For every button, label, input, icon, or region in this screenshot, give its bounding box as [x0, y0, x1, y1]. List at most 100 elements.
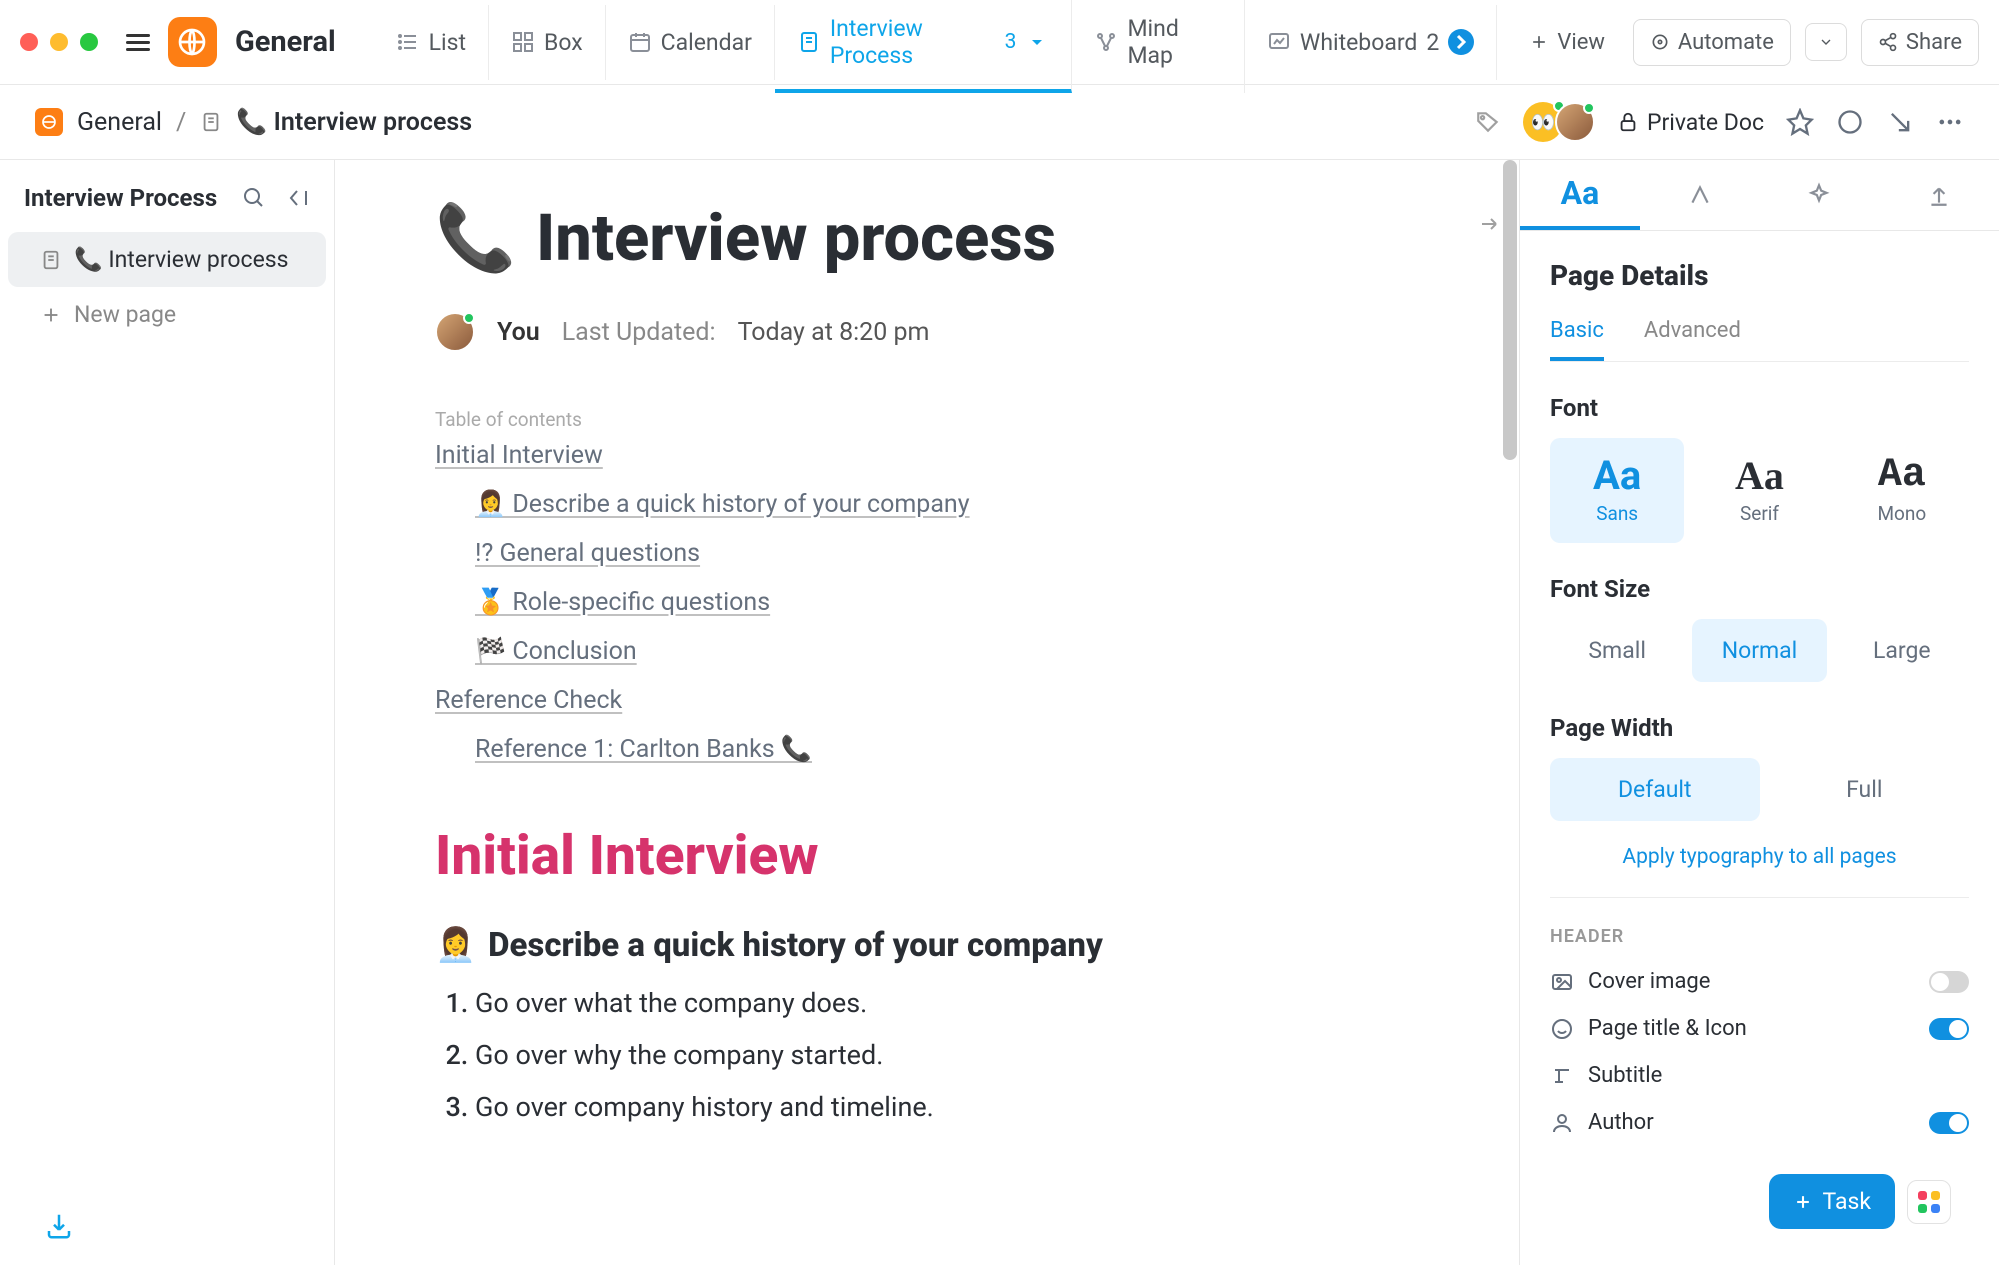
main-toolbar: General List Box Calendar Interview Proc…	[0, 0, 1999, 85]
panel-tab-typography[interactable]: Aa	[1520, 160, 1640, 230]
panel-tab-ai[interactable]	[1760, 160, 1880, 230]
font-option-sans[interactable]: Aa Sans	[1550, 438, 1684, 543]
size-option-large[interactable]: Large	[1835, 619, 1969, 682]
font-sample: Aa	[1692, 456, 1826, 496]
setting-label: Cover image	[1588, 969, 1710, 994]
toc-link[interactable]: !? General questions	[475, 539, 1439, 568]
workspace-name[interactable]: General	[235, 25, 336, 59]
heading-text: Describe a quick history of your company	[488, 926, 1103, 965]
view-tab-label: Calendar	[661, 29, 752, 56]
setting-subtitle: Subtitle	[1550, 1063, 1969, 1088]
cover-image-toggle[interactable]	[1929, 971, 1969, 993]
pagewidth-label: Page Width	[1550, 714, 1969, 742]
header-section-label: HEADER	[1550, 926, 1969, 947]
tag-icon[interactable]	[1475, 109, 1501, 135]
privacy-button[interactable]: Private Doc	[1617, 109, 1764, 136]
size-option-small[interactable]: Small	[1550, 619, 1684, 682]
plus-icon	[1529, 32, 1549, 52]
updated-label: Last Updated:	[562, 318, 716, 347]
subtab-advanced[interactable]: Advanced	[1644, 318, 1741, 361]
window-maximize-icon[interactable]	[80, 33, 98, 51]
font-option-mono[interactable]: Aa Mono	[1835, 438, 1969, 543]
automate-button[interactable]: Automate	[1633, 19, 1791, 66]
title-icon-toggle[interactable]	[1929, 1018, 1969, 1040]
sparkle-icon	[1806, 182, 1832, 208]
heading-company-history[interactable]: 👩‍💼 Describe a quick history of your com…	[435, 926, 1439, 965]
collaborator-avatars[interactable]: 👀	[1523, 102, 1595, 142]
plus-icon	[40, 304, 62, 326]
font-name: Serif	[1692, 502, 1826, 525]
setting-label: Author	[1588, 1110, 1654, 1135]
download-icon[interactable]	[1886, 108, 1914, 136]
size-option-normal[interactable]: Normal	[1692, 619, 1826, 682]
toc-link[interactable]: 👩‍💼 Describe a quick history of your com…	[475, 490, 1439, 519]
view-tab-interview-process[interactable]: Interview Process 3	[775, 0, 1073, 93]
view-tab-label: Interview Process	[830, 15, 996, 69]
view-tab-label: Whiteboard	[1300, 29, 1417, 56]
space-icon[interactable]	[35, 108, 63, 136]
add-view-button[interactable]: View	[1515, 22, 1619, 63]
view-tab-box[interactable]: Box	[489, 5, 606, 80]
breadcrumb-doc[interactable]: 📞 Interview process	[236, 108, 472, 137]
toc-link[interactable]: 🏅 Role-specific questions	[475, 588, 1439, 617]
apps-button[interactable]	[1907, 1180, 1951, 1224]
view-tab-label: List	[429, 29, 466, 56]
automate-dropdown[interactable]	[1805, 23, 1847, 61]
view-tab-list[interactable]: List	[374, 5, 489, 80]
ordered-list[interactable]: Go over what the company does. Go over w…	[435, 977, 1439, 1133]
apply-typography-button[interactable]: Apply typography to all pages	[1550, 845, 1969, 869]
font-option-serif[interactable]: Aa Serif	[1692, 438, 1826, 543]
collapse-icon[interactable]	[286, 186, 310, 210]
smile-icon	[1550, 1017, 1574, 1041]
new-task-button[interactable]: Task	[1769, 1174, 1896, 1229]
automate-icon	[1650, 32, 1670, 52]
window-close-icon[interactable]	[20, 33, 38, 51]
font-name: Sans	[1550, 502, 1684, 525]
toc-link[interactable]: Reference 1: Carlton Banks 📞	[475, 735, 1439, 764]
breadcrumb-space[interactable]: General	[77, 108, 162, 137]
panel-tab-export[interactable]	[1879, 160, 1999, 230]
view-tab-calendar[interactable]: Calendar	[606, 5, 775, 80]
share-button[interactable]: Share	[1861, 19, 1979, 66]
workspace-icon[interactable]	[168, 17, 217, 67]
toc-link[interactable]: Reference Check	[435, 686, 1439, 715]
lock-icon	[1617, 111, 1639, 133]
import-icon[interactable]	[44, 1211, 74, 1241]
font-sample: Aa	[1550, 456, 1684, 496]
panel-subtabs: Basic Advanced	[1550, 318, 1969, 362]
toc-link[interactable]: 🏁 Conclusion	[475, 637, 1439, 666]
menu-icon[interactable]	[126, 34, 150, 51]
list-item[interactable]: Go over why the company started.	[475, 1029, 1439, 1081]
more-icon[interactable]	[1936, 108, 1964, 136]
toc-link[interactable]: Initial Interview	[435, 441, 1439, 470]
window-minimize-icon[interactable]	[50, 33, 68, 51]
subtab-basic[interactable]: Basic	[1550, 318, 1604, 361]
list-item[interactable]: Go over company history and timeline.	[475, 1081, 1439, 1133]
floating-actions: Task	[1769, 1174, 1952, 1229]
chevron-down-icon	[1025, 30, 1049, 54]
comment-icon[interactable]	[1836, 108, 1864, 136]
view-tab-mind-map[interactable]: Mind Map	[1072, 0, 1244, 93]
width-option-default[interactable]: Default	[1550, 758, 1760, 821]
document-body[interactable]: 📞 Interview process You Last Updated: To…	[335, 160, 1519, 1173]
star-icon[interactable]	[1786, 108, 1814, 136]
search-icon[interactable]	[242, 186, 266, 210]
typography-icon: Aa	[1561, 174, 1600, 212]
task-button-label: Task	[1823, 1188, 1872, 1215]
upload-icon	[1926, 182, 1952, 208]
sidebar-new-page[interactable]: New page	[0, 287, 334, 342]
panel-tabs: Aa	[1520, 160, 1999, 231]
sidebar-page-interview[interactable]: 📞 Interview process	[8, 232, 326, 287]
sidebar-title: Interview Process	[24, 184, 217, 212]
list-item[interactable]: Go over what the company does.	[475, 977, 1439, 1029]
author-toggle[interactable]	[1929, 1112, 1969, 1134]
more-arrow-icon[interactable]	[1448, 29, 1474, 55]
window-controls	[20, 33, 98, 51]
view-tab-whiteboard[interactable]: Whiteboard 2	[1245, 5, 1497, 80]
panel-tab-relations[interactable]	[1640, 160, 1760, 230]
view-tab-label: Mind Map	[1127, 15, 1221, 69]
heading-initial-interview[interactable]: Initial Interview	[435, 824, 1439, 888]
page-title[interactable]: 📞 Interview process	[435, 200, 1439, 276]
width-option-full[interactable]: Full	[1760, 758, 1970, 821]
font-label: Font	[1550, 394, 1969, 422]
